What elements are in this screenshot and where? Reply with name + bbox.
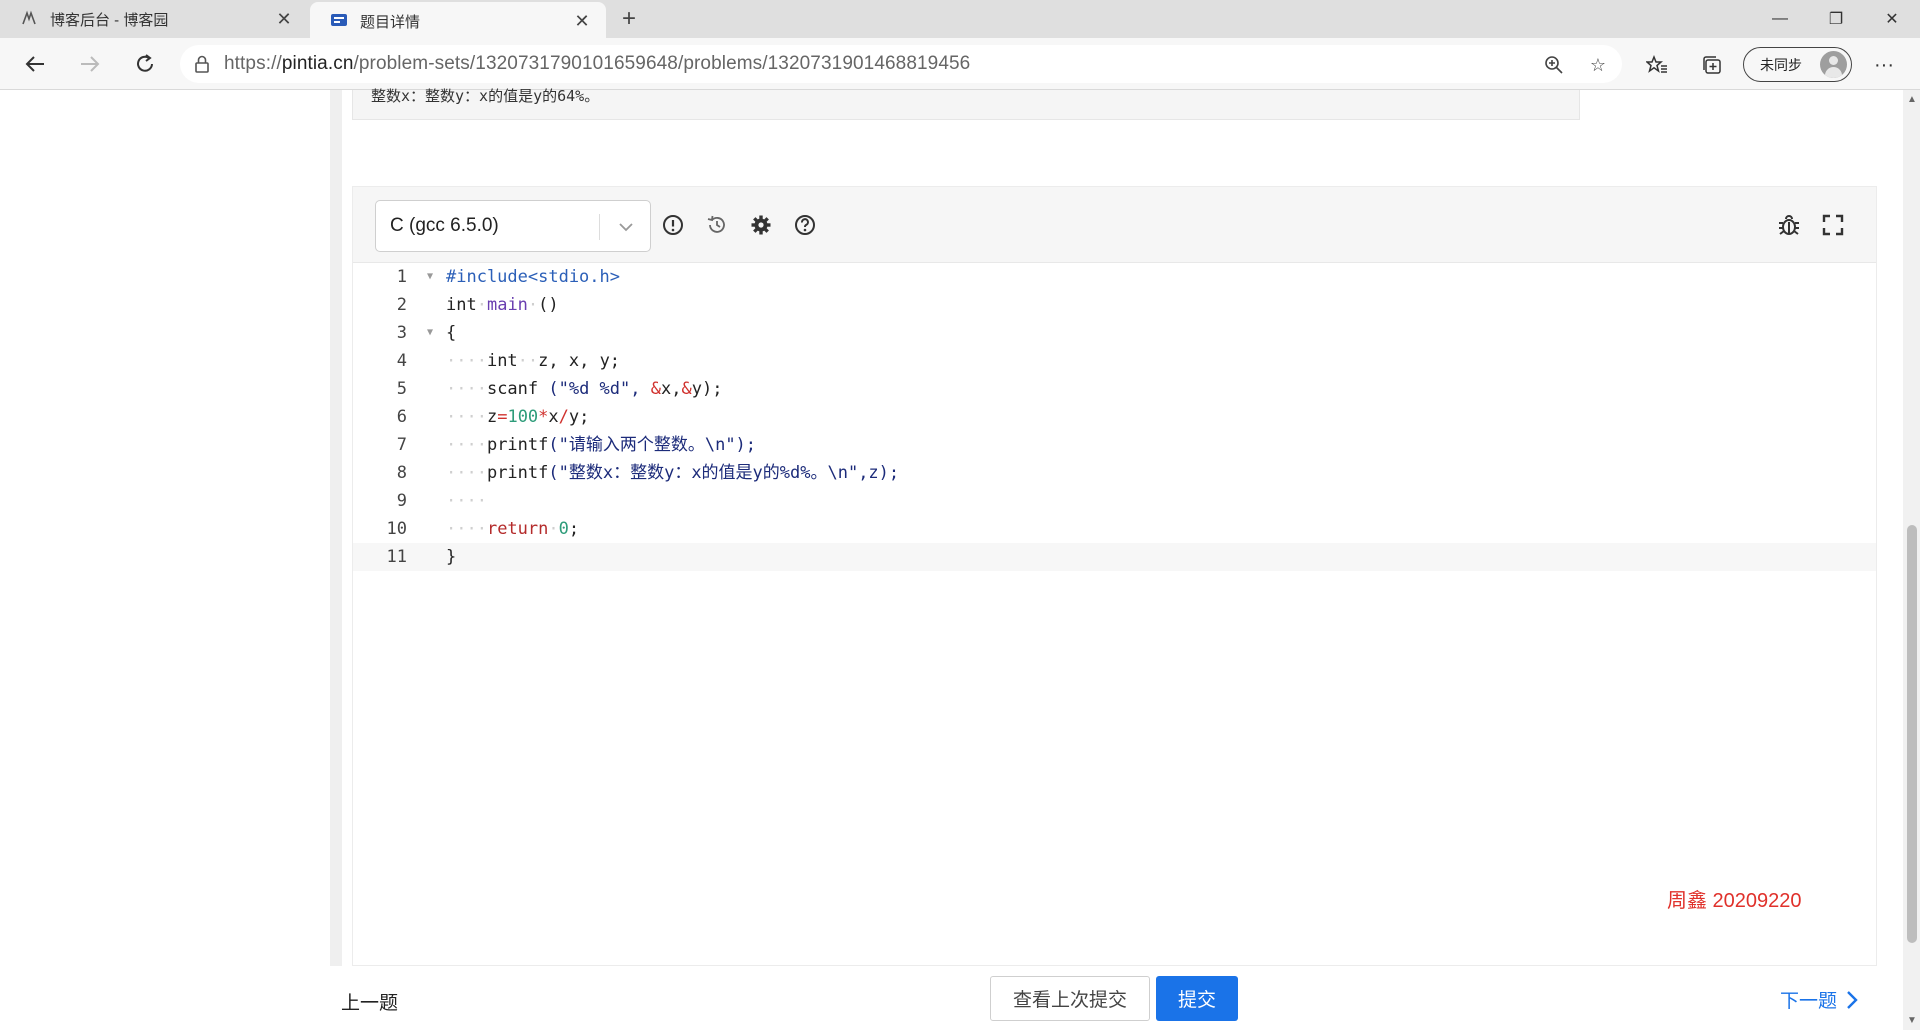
pintia-favicon-icon <box>330 12 348 30</box>
url-text: https://pintia.cn/problem-sets/132073179… <box>224 53 971 74</box>
line-number: 8 <box>396 463 407 483</box>
forward-icon[interactable] <box>72 46 108 82</box>
alert-info-icon[interactable] <box>661 213 685 237</box>
tab-problem-detail[interactable]: 题目详情 ✕ <box>310 2 606 40</box>
page-scrollbar[interactable]: ▲ ▼ <box>1903 90 1920 1030</box>
code-line-active: 11} <box>353 543 1876 571</box>
code-line: 7 ····printf("请输入两个整数。\n"); <box>353 431 1876 459</box>
code-line: 8 ····printf("整数x：整数y：x的值是y的%d%。\n",z); <box>353 459 1876 487</box>
browser-toolbar: https://pintia.cn/problem-sets/132073179… <box>0 38 1920 90</box>
sync-label: 未同步 <box>1760 56 1802 73</box>
code-line: 5 ····scanf ("%d %d", &x,&y); <box>353 375 1876 403</box>
lock-icon[interactable] <box>180 55 224 73</box>
language-value: C (gcc 6.5.0) <box>390 215 499 236</box>
tab-title: 博客后台 - 博客园 <box>50 11 169 29</box>
content-divider <box>330 90 342 966</box>
code-area[interactable]: 1 ▼ #include<stdio.h> 2 int·main·() 3 ▼{ 4 ··… <box>353 263 1876 571</box>
line-number: 1 <box>396 267 407 287</box>
back-icon[interactable] <box>17 46 53 82</box>
favorite-star-icon[interactable]: ☆ <box>1586 53 1610 77</box>
address-bar[interactable]: https://pintia.cn/problem-sets/132073179… <box>180 45 1622 83</box>
blog-favicon-icon <box>20 10 38 28</box>
chevron-right-icon <box>1847 990 1858 1009</box>
language-select[interactable]: C (gcc 6.5.0) <box>375 200 651 252</box>
select-divider <box>599 214 600 240</box>
next-problem-label: 下一题 <box>1780 991 1838 1012</box>
code-line: 6 ····z=100*x/y; <box>353 403 1876 431</box>
close-tab-icon[interactable]: ✕ <box>572 11 592 31</box>
code-line: 4 ····int··z, x, y; <box>353 347 1876 375</box>
line-number: 2 <box>396 295 407 315</box>
zoom-icon[interactable] <box>1542 53 1566 77</box>
line-number: 6 <box>396 407 407 427</box>
refresh-icon[interactable] <box>127 46 163 82</box>
tab-blog-admin[interactable]: 博客后台 - 博客园 ✕ <box>0 0 308 38</box>
prev-problem-link[interactable]: 上一题 <box>341 988 398 1015</box>
sample-output-text: 整数x：整数y：x的值是y的64%。 <box>371 87 600 105</box>
debug-bug-icon[interactable] <box>1777 213 1801 237</box>
code-line: 2 int·main·() <box>353 291 1876 319</box>
scroll-down-icon[interactable]: ▼ <box>1907 1015 1917 1026</box>
tab-title: 题目详情 <box>360 13 421 31</box>
line-number: 9 <box>396 491 407 511</box>
history-icon[interactable] <box>705 213 729 237</box>
sample-output-box: 整数x：整数y：x的值是y的64%。 <box>352 87 1580 120</box>
line-number: 3 <box>396 323 407 343</box>
scrollbar-thumb[interactable] <box>1907 525 1917 943</box>
problem-footer: 上一题 查看上次提交 提交 下一题 <box>0 966 1920 1030</box>
code-line: 3 ▼{ <box>353 319 1876 347</box>
profile-sync-button[interactable]: 未同步 <box>1743 47 1852 82</box>
scroll-up-icon[interactable]: ▲ <box>1907 94 1917 105</box>
minimize-icon[interactable]: — <box>1752 0 1808 38</box>
favorites-list-icon[interactable] <box>1643 51 1671 79</box>
editor-toolbar: C (gcc 6.5.0) <box>353 187 1876 263</box>
line-number: 11 <box>386 547 407 567</box>
line-number: 5 <box>396 379 407 399</box>
code-line: 9 ···· <box>353 487 1876 515</box>
tab-strip: 博客后台 - 博客园 ✕ 题目详情 ✕ + — ❐ ✕ <box>0 0 1920 40</box>
chevron-down-icon[interactable] <box>614 215 638 239</box>
fold-arrow-icon[interactable]: ▼ <box>427 263 433 291</box>
restore-icon[interactable]: ❐ <box>1808 0 1864 38</box>
author-watermark: 周鑫 20209220 <box>1667 890 1802 912</box>
fullscreen-icon[interactable] <box>1821 213 1845 237</box>
view-last-submission-button[interactable]: 查看上次提交 <box>990 976 1150 1021</box>
close-window-icon[interactable]: ✕ <box>1864 0 1920 38</box>
fold-arrow-icon[interactable]: ▼ <box>427 319 433 347</box>
close-tab-icon[interactable]: ✕ <box>274 9 294 29</box>
new-tab-icon[interactable]: + <box>614 4 644 34</box>
line-number: 7 <box>396 435 407 455</box>
help-icon[interactable] <box>793 213 817 237</box>
more-menu-icon[interactable]: ··· <box>1870 51 1898 79</box>
collections-icon[interactable] <box>1698 51 1726 79</box>
page-content: 整数x：整数y：x的值是y的64%。 C (gcc 6.5.0) 1 ▼ #in… <box>0 87 1920 1030</box>
window-controls: — ❐ ✕ <box>1752 0 1920 38</box>
avatar-icon <box>1820 51 1847 78</box>
code-line: 10 ····return·0; <box>353 515 1876 543</box>
line-number: 4 <box>396 351 407 371</box>
settings-gear-icon[interactable] <box>749 213 773 237</box>
next-problem-link[interactable]: 下一题 <box>1780 986 1859 1013</box>
line-number: 10 <box>386 519 407 539</box>
code-line: 1 ▼ #include<stdio.h> <box>353 263 1876 291</box>
code-editor-panel: C (gcc 6.5.0) 1 ▼ #include<stdio.h> 2 in… <box>352 186 1877 966</box>
submit-button[interactable]: 提交 <box>1156 976 1238 1021</box>
